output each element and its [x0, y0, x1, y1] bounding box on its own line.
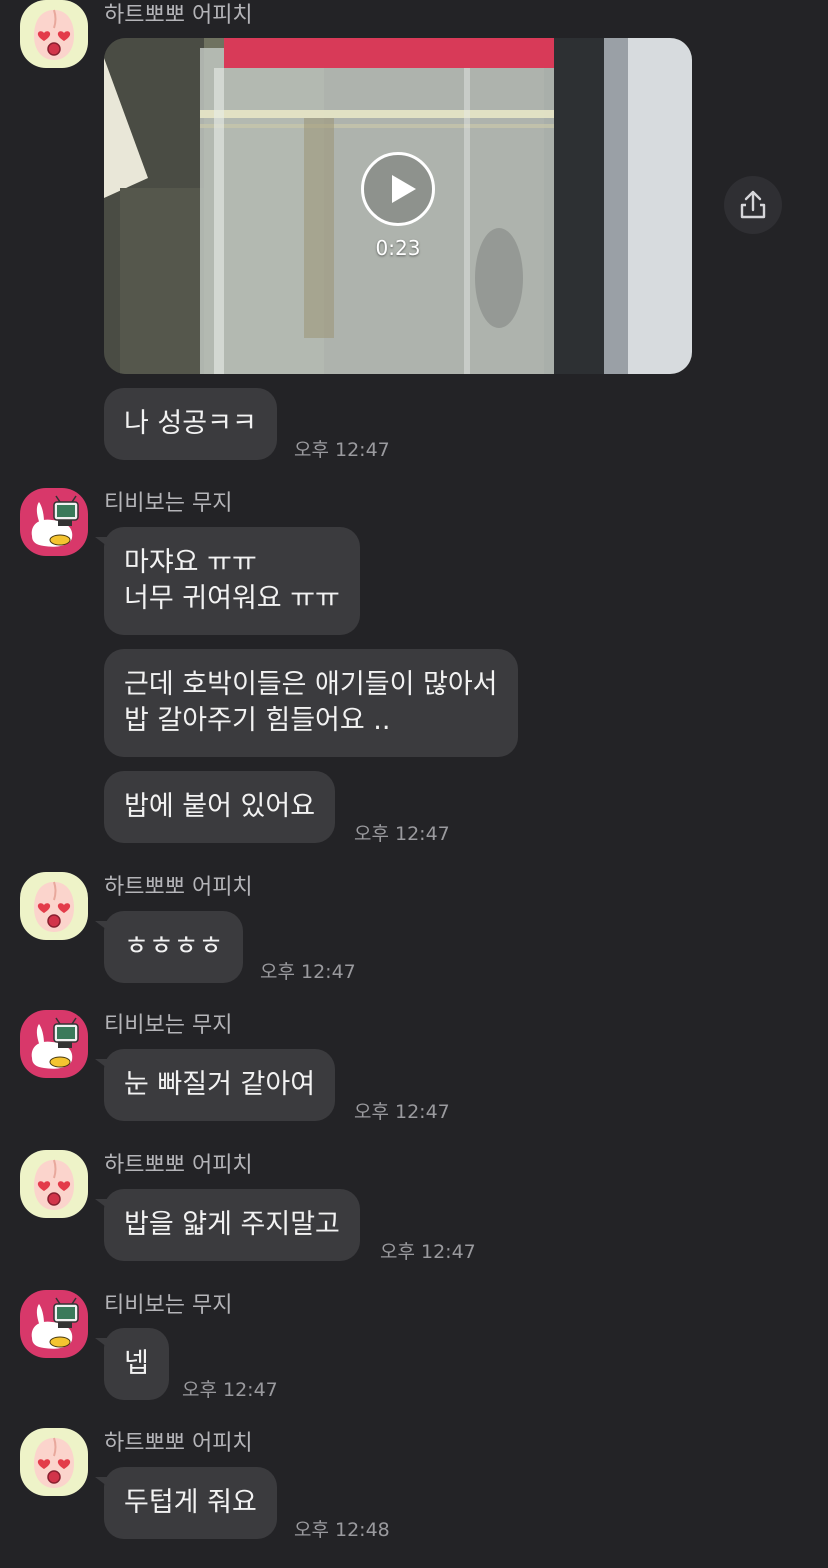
muzi-avatar[interactable]: [20, 488, 88, 556]
sender-name: 티비보는 무지: [104, 491, 233, 516]
muzi-tv-icon: [31, 495, 79, 547]
muzi-avatar[interactable]: [20, 1010, 88, 1078]
video-duration: 0:23: [375, 236, 421, 260]
apeach-heart-eyes-icon: [34, 881, 74, 932]
message-time: 오후 12:47: [294, 439, 390, 461]
message-text: 너무 귀여워요 ㅠㅠ: [124, 583, 340, 614]
sender-name: 하트뽀뽀 어피치: [104, 3, 253, 28]
muzi-tv-icon: [31, 1017, 79, 1069]
message-text: ㅎㅎㅎㅎ: [124, 931, 224, 962]
message-time: 오후 12:47: [260, 961, 356, 983]
message-time: 오후 12:47: [354, 1101, 450, 1123]
message-bubble[interactable]: 근데 호박이들은 애기들이 많아서 밥 갈아주기 힘들어요 ..: [104, 649, 518, 757]
message-bubble[interactable]: 나 성공ㅋㅋ: [104, 388, 277, 460]
apeach-avatar[interactable]: [20, 1150, 88, 1218]
message-bubble[interactable]: 밥을 얇게 주지말고: [95, 1189, 360, 1261]
message-time: 오후 12:47: [354, 823, 450, 845]
video-message[interactable]: 0:23: [104, 38, 692, 374]
message-text: 두텁게 줘요: [124, 1487, 257, 1518]
message-bubble[interactable]: 눈 빠질거 같아여: [94, 1049, 336, 1121]
sender-name: 티비보는 무지: [104, 1013, 233, 1038]
message-bubble[interactable]: 넵: [95, 1328, 169, 1400]
message-text: 눈 빠질거 같아여: [124, 1069, 316, 1100]
message-text: 밥 갈아주기 힘들어요 ..: [124, 705, 391, 736]
message-text: 넵: [124, 1348, 149, 1379]
share-button[interactable]: [724, 176, 782, 234]
message-text: 마쟈요 ㅠㅠ: [124, 547, 257, 578]
message-text: 밥을 얇게 주지말고: [124, 1209, 340, 1240]
apeach-avatar[interactable]: [20, 0, 88, 68]
sender-name: 하트뽀뽀 어피치: [104, 875, 253, 900]
apeach-heart-eyes-icon: [34, 9, 74, 60]
message-time: 오후 12:48: [294, 1519, 390, 1541]
message-text: 근데 호박이들은 애기들이 많아서: [124, 669, 498, 700]
message-time: 오후 12:47: [380, 1241, 476, 1263]
play-icon[interactable]: [361, 152, 435, 226]
muzi-avatar[interactable]: [20, 1290, 88, 1358]
muzi-tv-icon: [31, 1297, 79, 1349]
sender-name: 티비보는 무지: [104, 1293, 233, 1318]
message-bubble[interactable]: 마쟈요 ㅠㅠ 너무 귀여워요 ㅠㅠ: [95, 527, 360, 635]
message-bubble[interactable]: 두텁게 줘요: [95, 1467, 277, 1539]
apeach-avatar[interactable]: [20, 1428, 88, 1496]
message-bubble[interactable]: 밥에 붙어 있어요: [104, 771, 336, 843]
apeach-heart-eyes-icon: [34, 1437, 74, 1488]
sender-name: 하트뽀뽀 어피치: [104, 1153, 253, 1178]
sender-name: 하트뽀뽀 어피치: [104, 1431, 253, 1456]
message-bubble[interactable]: ㅎㅎㅎㅎ: [94, 911, 244, 983]
apeach-heart-eyes-icon: [34, 1159, 74, 1210]
message-time: 오후 12:47: [182, 1379, 278, 1401]
message-text: 나 성공ㅋㅋ: [124, 408, 257, 439]
share-icon: [740, 190, 766, 219]
apeach-avatar[interactable]: [20, 872, 88, 940]
chat-room: 하트뽀뽀 어피치 0:23 나 성공ㅋㅋ 오후 12:47 티비보는 무지 마쟈…: [0, 0, 828, 1568]
message-text: 밥에 붙어 있어요: [124, 791, 316, 822]
